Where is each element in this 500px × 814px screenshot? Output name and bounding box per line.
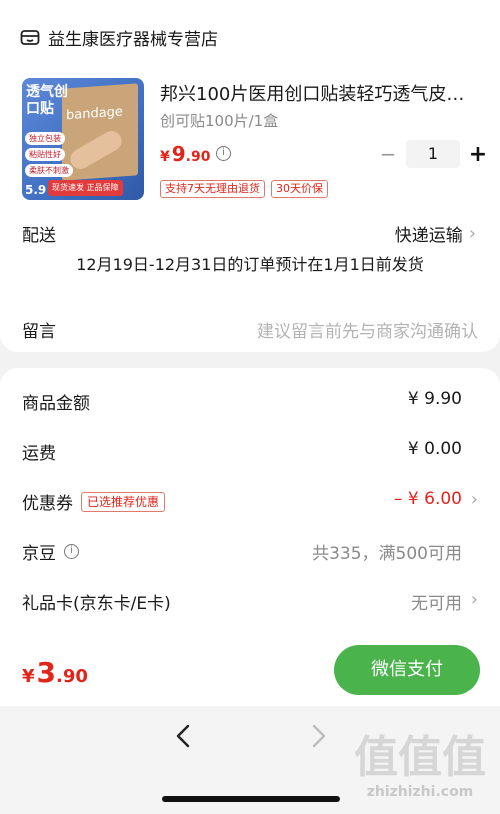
thumbnail-promo: 现货速发 正品保障 xyxy=(48,180,123,196)
shipping-method-value: 快递运输 xyxy=(394,226,463,246)
total-integer: 3 xyxy=(36,656,57,689)
order-item-card: 益生康医疗器械专营店 bandage 透气创口贴 独立包装 粘贴性好 柔肤不刺激… xyxy=(0,0,500,352)
memo-label: 留言 xyxy=(22,322,56,342)
price-integer: 9 xyxy=(171,142,186,166)
coupon-row[interactable]: 优惠券 已选推荐优惠 – ¥ 6.00 › xyxy=(0,489,500,515)
price-info-icon[interactable]: i xyxy=(216,146,231,161)
shipping-label: 配送 xyxy=(22,226,56,246)
thumbnail-feature: 独立包装 xyxy=(25,132,65,145)
price-currency: ¥ xyxy=(160,149,170,165)
chevron-right-icon: › xyxy=(470,589,478,610)
decrease-button[interactable]: − xyxy=(378,142,398,166)
quantity-stepper: − 1 + xyxy=(378,140,488,168)
watermark-url: zhizhizhi.com xyxy=(366,784,474,800)
fee-summary-card: 商品金额 ¥ 9.90 运费 ¥ 0.00 优惠券 已选推荐优惠 – ¥ 6.0… xyxy=(0,368,500,638)
chevron-right-icon: › xyxy=(470,489,478,510)
service-tag: 30天价保 xyxy=(271,180,328,198)
store-row[interactable]: 益生康医疗器械专营店 xyxy=(20,24,218,50)
coupon-badge: 已选推荐优惠 xyxy=(81,491,166,512)
thumbnail-price-tag: 5.9 xyxy=(25,183,47,197)
giftcard-value: 无可用 xyxy=(411,594,462,614)
product-spec: 创可贴100片/1盒 xyxy=(160,112,279,130)
jingdou-label: 京豆 xyxy=(22,544,56,564)
watermark: 值值值 zhizhizhi.com xyxy=(350,732,490,801)
shipping-note: 12月19日-12月31日的订单预计在1月1日前发货 xyxy=(76,255,424,274)
product-title[interactable]: 邦兴100片医用创口贴装轻巧透气皮… xyxy=(160,80,476,106)
giftcard-row[interactable]: 礼品卡(京东卡/E卡) 无可用 › xyxy=(0,589,500,615)
goods-amount-row: 商品金额 ¥ 9.90 xyxy=(0,389,500,415)
service-tag: 支持7天无理由退货 xyxy=(160,180,265,198)
wechat-pay-button[interactable]: 微信支付 xyxy=(334,645,480,695)
jingdou-label-group: 京豆 i xyxy=(22,539,79,564)
total-currency: ¥ xyxy=(22,666,35,687)
freight-row: 运费 ¥ 0.00 xyxy=(0,439,500,465)
chevron-right-icon: › xyxy=(468,223,476,244)
quantity-value[interactable]: 1 xyxy=(406,140,460,168)
coupon-label-group: 优惠券 已选推荐优惠 xyxy=(22,489,166,514)
coupon-label: 优惠券 xyxy=(22,494,73,514)
goods-amount-label: 商品金额 xyxy=(22,394,90,414)
memo-input[interactable]: 建议留言前先与商家沟通确认 xyxy=(257,317,478,342)
freight-value: ¥ 0.00 xyxy=(407,439,462,459)
forward-arrow-icon[interactable] xyxy=(304,722,332,750)
watermark-logo: 值值值 xyxy=(354,732,486,783)
shipping-method[interactable]: 快递运输 › xyxy=(395,221,476,246)
product-brand-text: bandage xyxy=(66,104,123,124)
store-icon xyxy=(20,30,40,45)
thumbnail-title: 透气创口贴 xyxy=(26,84,68,117)
coupon-value: – ¥ 6.00 xyxy=(394,489,462,509)
total-decimal: .90 xyxy=(56,666,88,687)
home-indicator xyxy=(162,796,340,802)
freight-label: 运费 xyxy=(22,444,56,464)
thumbnail-feature: 柔肤不刺激 xyxy=(25,164,73,177)
thumbnail-feature: 粘贴性好 xyxy=(25,148,65,161)
order-total: ¥ 3 .90 xyxy=(22,656,88,689)
service-tags: 支持7天无理由退货 30天价保 xyxy=(160,180,334,198)
product-thumbnail[interactable]: bandage 透气创口贴 独立包装 粘贴性好 柔肤不刺激 5.9 现货速发 正… xyxy=(22,78,144,200)
price-decimal: .90 xyxy=(185,149,211,165)
product-price: ¥ 9 .90 xyxy=(160,142,210,166)
store-name: 益生康医疗器械专营店 xyxy=(48,29,218,50)
jingdou-value: 共335，满500可用 xyxy=(312,544,462,564)
giftcard-label: 礼品卡(京东卡/E卡) xyxy=(22,594,171,614)
back-arrow-icon[interactable] xyxy=(170,722,198,750)
jingdou-row: 京豆 i 共335，满500可用 xyxy=(0,539,500,565)
jingdou-info-icon[interactable]: i xyxy=(64,544,79,559)
increase-button[interactable]: + xyxy=(468,142,488,167)
goods-amount-value: ¥ 9.90 xyxy=(407,389,462,409)
